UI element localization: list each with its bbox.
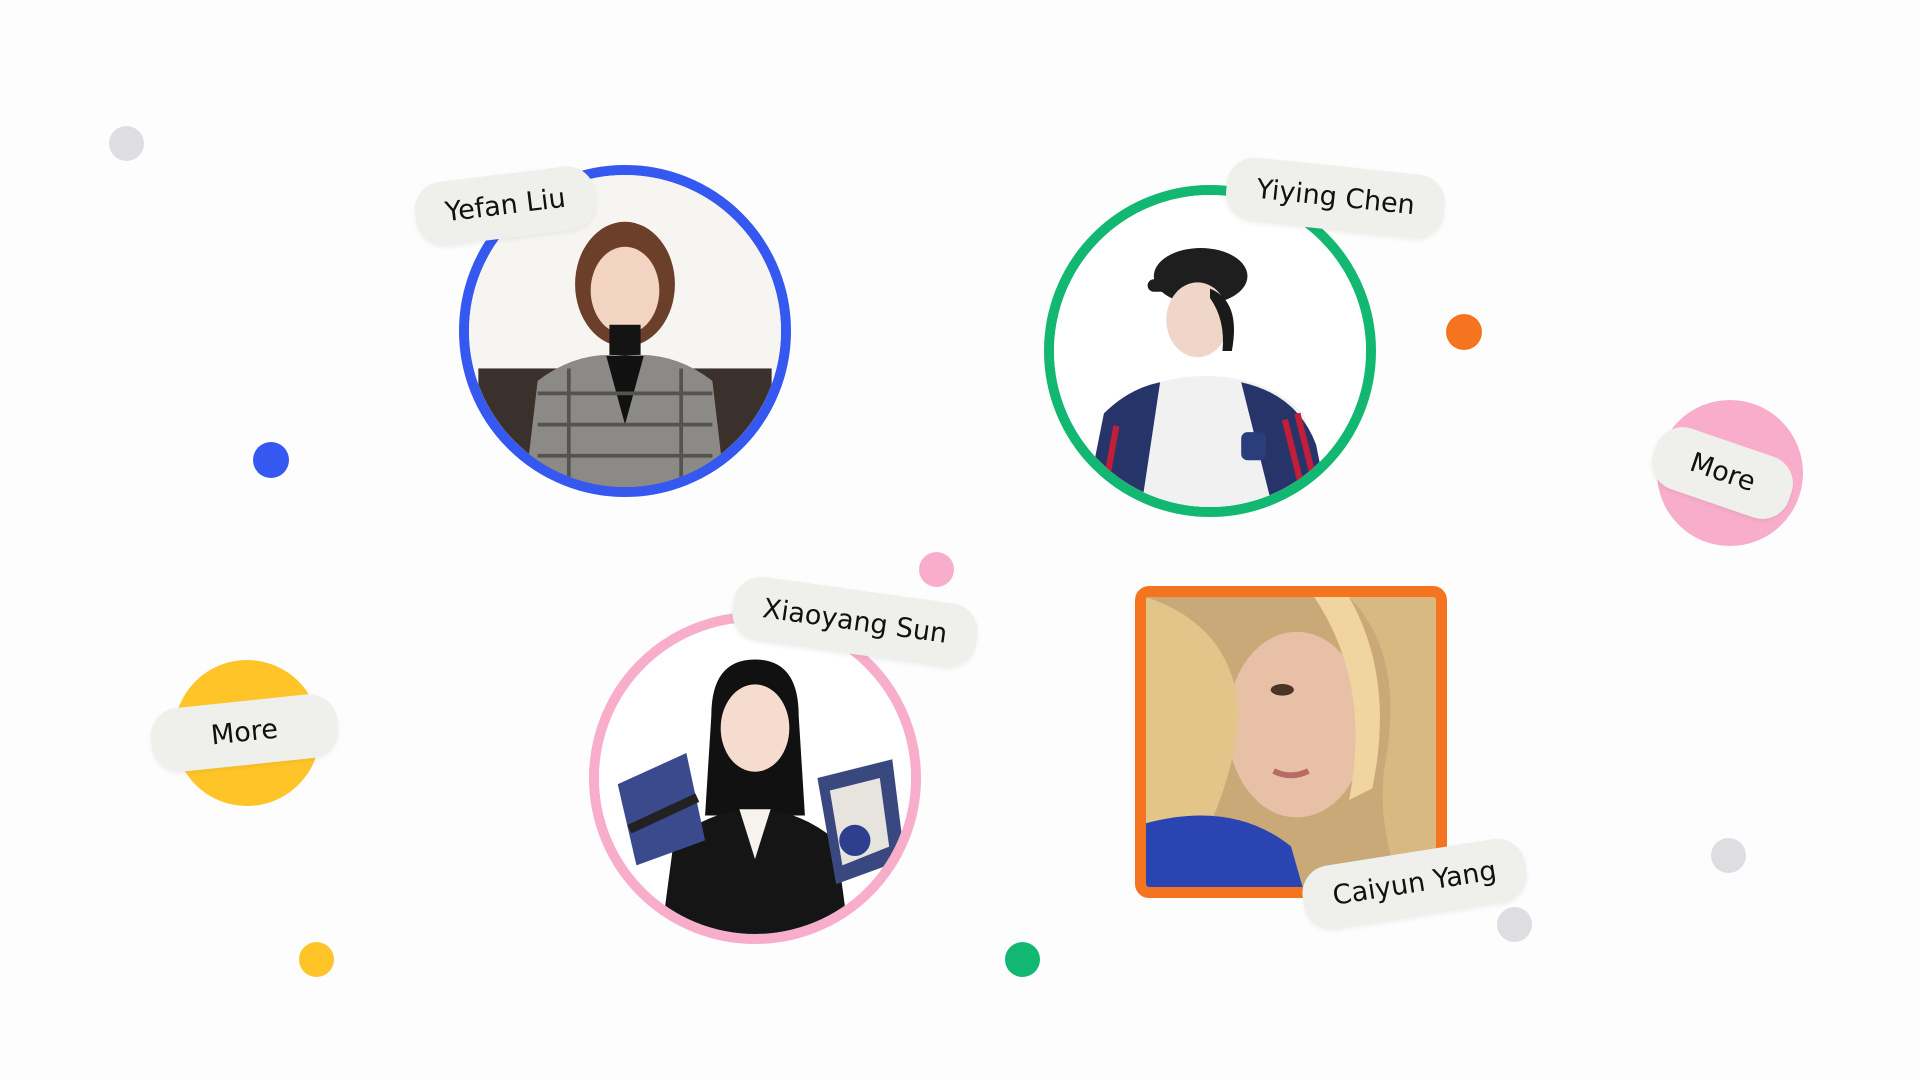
- decorative-dot: [253, 442, 289, 478]
- person-photo: [599, 622, 911, 934]
- more-button-label[interactable]: More: [1644, 419, 1801, 527]
- decorative-dot: [1446, 314, 1482, 350]
- more-button[interactable]: More: [148, 660, 341, 806]
- member-photo: [1135, 586, 1447, 898]
- member-photo: [1044, 185, 1376, 517]
- decorative-dot: [1005, 942, 1040, 977]
- more-button-label[interactable]: More: [148, 691, 341, 775]
- member-photo: [589, 612, 921, 944]
- decorative-dot: [109, 126, 144, 161]
- decorative-dot: [1497, 907, 1532, 942]
- decorative-dot: [1711, 838, 1746, 873]
- more-button[interactable]: More: [1644, 400, 1803, 546]
- decorative-dot: [299, 942, 334, 977]
- person-photo: [1054, 195, 1366, 507]
- decorative-dot: [919, 552, 954, 587]
- person-photo: [1146, 597, 1436, 887]
